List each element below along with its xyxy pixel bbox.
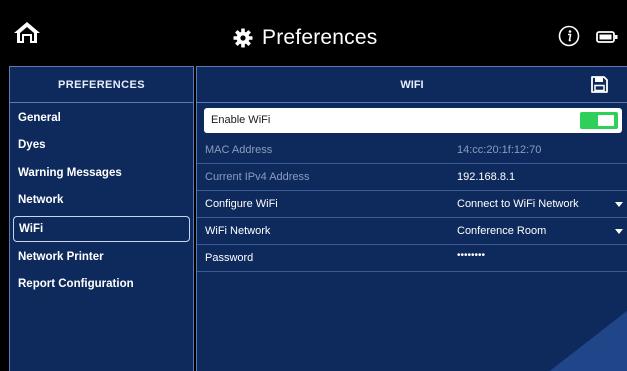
enable-wifi-label: Enable WiFi xyxy=(211,114,271,126)
info-icon[interactable] xyxy=(558,25,580,47)
panel-heading-label: WIFI xyxy=(400,78,424,91)
wifi-settings-panel: WIFI Enable WiFi MAC Address 14:cc:20:1f… xyxy=(196,66,627,371)
preferences-sidebar: PREFERENCES General Dyes Warning Message… xyxy=(9,66,194,371)
password-field[interactable]: •••••••• xyxy=(457,250,485,261)
password-label: Password xyxy=(205,252,254,264)
sidebar-item-general[interactable]: General xyxy=(10,105,193,131)
page-title: Preferences xyxy=(262,26,378,49)
configure-wifi-row[interactable]: Configure WiFi Connect to WiFi Network xyxy=(197,191,627,218)
save-icon[interactable] xyxy=(591,76,608,93)
chevron-down-icon[interactable] xyxy=(615,202,623,207)
mac-address-row: MAC Address 14:cc:20:1f:12:70 xyxy=(197,137,627,164)
configure-wifi-label: Configure WiFi xyxy=(205,198,278,210)
sidebar-item-warning-messages[interactable]: Warning Messages xyxy=(10,160,193,186)
configure-wifi-select[interactable]: Connect to WiFi Network xyxy=(457,198,579,210)
sidebar-item-dyes[interactable]: Dyes xyxy=(10,132,193,158)
battery-icon xyxy=(596,31,618,43)
sidebar-item-report-configuration[interactable]: Report Configuration xyxy=(10,271,193,297)
mac-address-value: 14:cc:20:1f:12:70 xyxy=(457,144,542,156)
toggle-knob xyxy=(598,115,614,126)
mac-address-label: MAC Address xyxy=(205,144,273,156)
ipv4-address-row: Current IPv4 Address 192.168.8.1 xyxy=(197,164,627,191)
corner-watermark xyxy=(542,307,627,371)
gear-icon xyxy=(233,28,253,48)
home-icon[interactable] xyxy=(12,20,42,44)
sidebar-item-wifi[interactable]: WiFi xyxy=(13,216,190,242)
enable-wifi-toggle[interactable] xyxy=(580,112,618,129)
wifi-network-select[interactable]: Conference Room xyxy=(457,225,546,237)
top-bar: Preferences xyxy=(0,0,627,62)
wifi-network-label: WiFi Network xyxy=(205,225,271,237)
sidebar-heading: PREFERENCES xyxy=(10,67,193,103)
sidebar-item-network-printer[interactable]: Network Printer xyxy=(10,244,193,270)
panel-heading: WIFI xyxy=(197,67,627,103)
password-row[interactable]: Password •••••••• xyxy=(197,245,627,272)
wifi-network-row[interactable]: WiFi Network Conference Room xyxy=(197,218,627,245)
sidebar-item-network[interactable]: Network xyxy=(10,187,193,213)
ipv4-address-value: 192.168.8.1 xyxy=(457,171,516,183)
page-title-group: Preferences xyxy=(233,24,377,52)
chevron-down-icon[interactable] xyxy=(615,229,623,234)
ipv4-address-label: Current IPv4 Address xyxy=(205,171,310,183)
enable-wifi-row: Enable WiFi xyxy=(204,108,622,133)
